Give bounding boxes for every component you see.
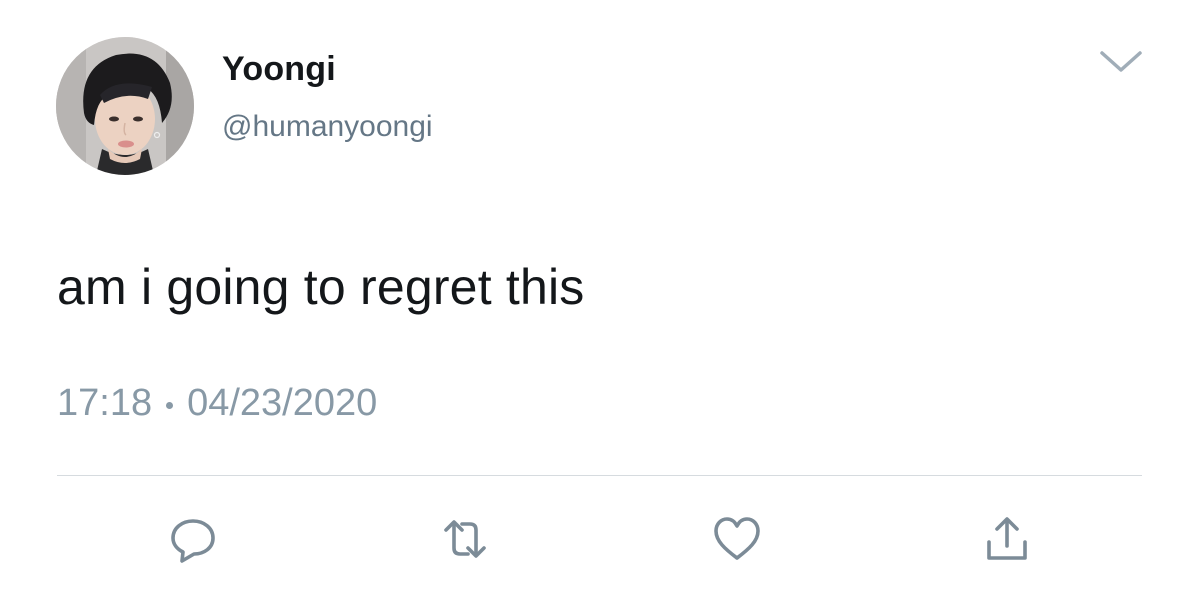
- tweet-date: 04/23/2020: [187, 382, 378, 424]
- retweet-button[interactable]: [438, 512, 492, 566]
- reply-icon: [171, 519, 215, 563]
- share-icon: [987, 517, 1027, 560]
- divider: [57, 475, 1142, 476]
- separator-dot: [166, 402, 174, 409]
- avatar[interactable]: [56, 37, 194, 175]
- user-handle[interactable]: @humanyoongi: [222, 110, 433, 144]
- reply-button[interactable]: [166, 512, 220, 566]
- tweet-timestamp[interactable]: 17:18 04/23/2020: [57, 382, 377, 425]
- tweet-text: am i going to regret this: [57, 259, 585, 315]
- heart-icon: [714, 517, 760, 560]
- share-button[interactable]: [980, 512, 1034, 566]
- retweet-icon: [444, 520, 486, 558]
- chevron-down-icon[interactable]: [1098, 48, 1144, 76]
- display-name[interactable]: Yoongi: [222, 50, 336, 89]
- avatar-photo: [56, 37, 194, 175]
- tweet-card: Yoongi @humanyoongi am i going to regret…: [0, 0, 1200, 597]
- tweet-time: 17:18: [57, 382, 153, 424]
- like-button[interactable]: [710, 512, 764, 566]
